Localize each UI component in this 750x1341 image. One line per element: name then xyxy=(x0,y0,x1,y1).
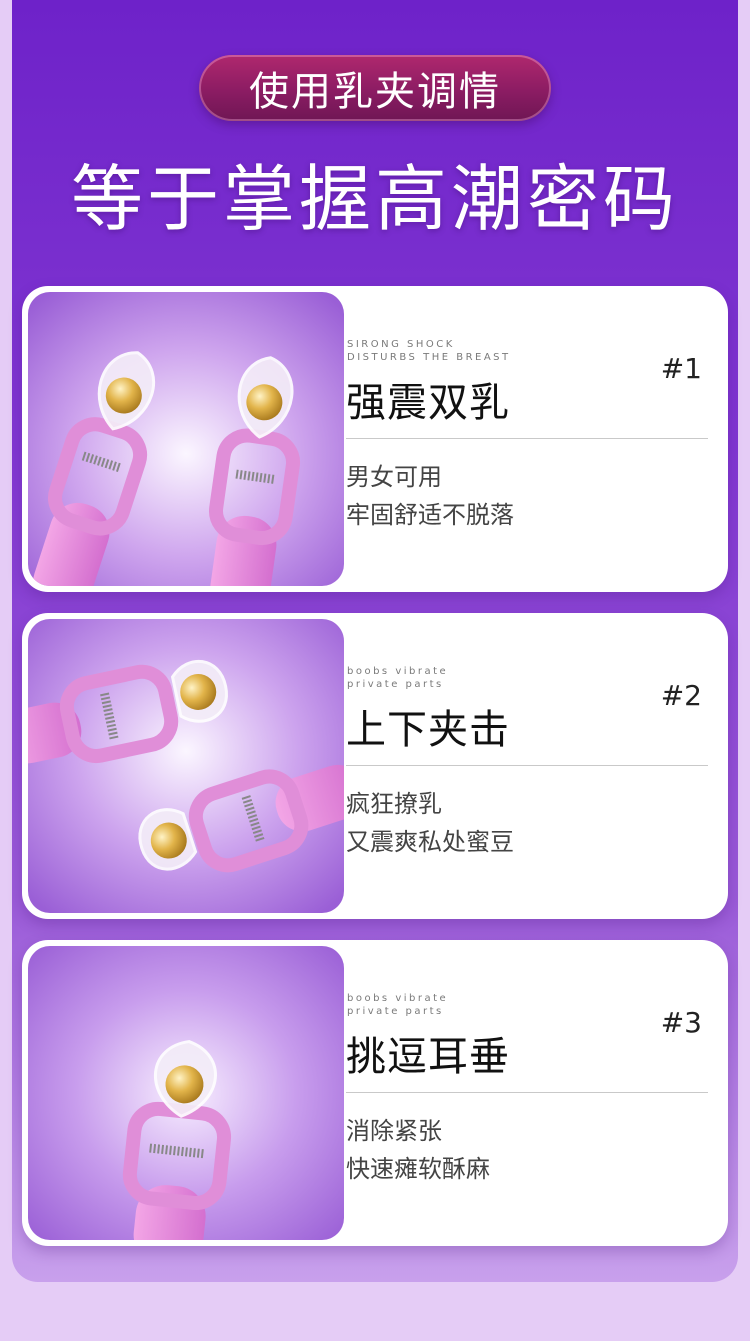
subtitle-line-1: SIRONG SHOCK xyxy=(347,339,455,350)
feature-title: 强震双乳 xyxy=(346,380,510,426)
product-photo-1 xyxy=(28,292,344,586)
description-line-2: 又震爽私处蜜豆 xyxy=(346,828,514,856)
divider xyxy=(346,438,708,439)
feature-subtitle: SIRONG SHOCK DISTURBS THE BREAST xyxy=(347,338,511,364)
feature-title: 挑逗耳垂 xyxy=(346,1034,510,1080)
feature-card-2: boobs vibrate private parts #2 上下夹击 疯狂撩乳… xyxy=(22,613,728,919)
subtitle-line-2: DISTURBS THE BREAST xyxy=(347,352,511,363)
feature-card-1: SIRONG SHOCK DISTURBS THE BREAST #1 强震双乳… xyxy=(22,286,728,592)
subtitle-line-1: boobs vibrate xyxy=(347,666,449,677)
feature-title: 上下夹击 xyxy=(346,707,510,753)
feature-number: #3 xyxy=(660,1006,702,1039)
feature-number: #2 xyxy=(660,679,702,712)
feature-description: 男女可用 牢固舒适不脱落 xyxy=(346,458,514,534)
subtitle-line-2: private parts xyxy=(347,1006,444,1017)
description-line-2: 牢固舒适不脱落 xyxy=(346,501,514,529)
feature-number: #1 xyxy=(660,352,702,385)
feature-card-3: boobs vibrate private parts #3 挑逗耳垂 消除紧张… xyxy=(22,940,728,1246)
description-line-2: 快速瘫软酥麻 xyxy=(346,1155,490,1183)
header-badge-text: 使用乳夹调情 xyxy=(249,69,501,115)
description-line-1: 消除紧张 xyxy=(346,1117,442,1145)
feature-subtitle: boobs vibrate private parts xyxy=(347,665,448,691)
feature-subtitle: boobs vibrate private parts xyxy=(347,992,448,1018)
feature-description: 消除紧张 快速瘫软酥麻 xyxy=(346,1112,490,1188)
subtitle-line-2: private parts xyxy=(347,679,444,690)
description-line-1: 疯狂撩乳 xyxy=(346,790,442,818)
divider xyxy=(346,765,708,766)
divider xyxy=(346,1092,708,1093)
product-photo-2 xyxy=(28,619,344,913)
headline: 等于掌握高潮密码 xyxy=(70,157,679,241)
product-photo-3 xyxy=(28,946,344,1240)
subtitle-line-1: boobs vibrate xyxy=(347,993,449,1004)
page: 使用乳夹调情 等于掌握高潮密码 SIRONG SHOCK DISTURBS TH… xyxy=(0,0,750,1341)
feature-description: 疯狂撩乳 又震爽私处蜜豆 xyxy=(346,785,514,861)
description-line-1: 男女可用 xyxy=(346,463,442,491)
header-badge: 使用乳夹调情 xyxy=(199,55,551,121)
